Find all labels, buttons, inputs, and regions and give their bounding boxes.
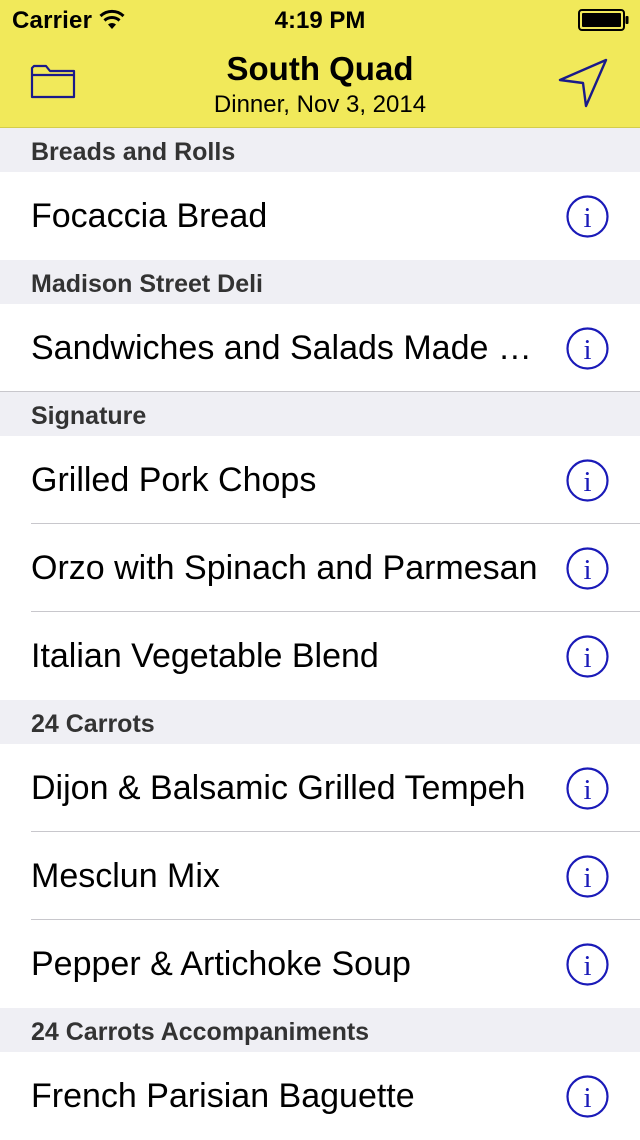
menu-item-label: French Parisian Baguette	[31, 1077, 415, 1115]
info-icon[interactable]: i	[566, 943, 609, 986]
menu-list: Breads and Rolls Focaccia Bread i Madiso…	[0, 128, 640, 1140]
menu-item-row[interactable]: Sandwiches and Salads Made to Order i	[0, 304, 640, 392]
section-header: Breads and Rolls	[0, 128, 640, 172]
section-header: Signature	[0, 392, 640, 436]
svg-text:i: i	[583, 774, 591, 806]
page-title: South Quad	[226, 50, 414, 87]
menu-item-label: Mesclun Mix	[31, 857, 220, 895]
menu-item-label: Italian Vegetable Blend	[31, 637, 379, 675]
menu-item-row[interactable]: Pepper & Artichoke Soup i	[0, 920, 640, 1008]
page-subtitle: Dinner, Nov 3, 2014	[213, 91, 427, 118]
info-icon[interactable]: i	[566, 1075, 609, 1118]
menu-item-label: Grilled Pork Chops	[31, 461, 317, 499]
section-header: 24 Carrots	[0, 700, 640, 744]
svg-text:i: i	[583, 1082, 591, 1114]
info-icon[interactable]: i	[566, 767, 609, 810]
section-header: 24 Carrots Accompaniments	[0, 1008, 640, 1052]
svg-text:i: i	[583, 466, 591, 498]
info-icon[interactable]: i	[566, 547, 609, 590]
info-icon[interactable]: i	[566, 459, 609, 502]
battery-icon	[578, 9, 629, 31]
menu-item-row[interactable]: Dijon & Balsamic Grilled Tempeh i	[0, 744, 640, 832]
svg-text:i: i	[583, 950, 591, 982]
status-bar: Carrier 4:19 PM	[0, 0, 640, 40]
menu-item-label: Sandwiches and Salads Made to Order	[31, 329, 541, 367]
svg-text:i: i	[583, 642, 591, 674]
menu-item-label: Dijon & Balsamic Grilled Tempeh	[31, 769, 526, 807]
info-icon[interactable]: i	[566, 635, 609, 678]
row-divider	[0, 391, 640, 392]
info-icon[interactable]: i	[566, 855, 609, 898]
section-header: Madison Street Deli	[0, 260, 640, 304]
svg-text:i: i	[583, 862, 591, 894]
svg-text:i: i	[583, 202, 591, 234]
menu-item-row[interactable]: Grilled Pork Chops i	[0, 436, 640, 524]
clock: 4:19 PM	[274, 7, 366, 34]
info-icon[interactable]: i	[566, 327, 609, 370]
menu-item-label: Pepper & Artichoke Soup	[31, 945, 411, 983]
menu-item-row[interactable]: Italian Vegetable Blend i	[0, 612, 640, 700]
svg-text:i: i	[583, 554, 591, 586]
menu-item-row[interactable]: French Parisian Baguette i	[0, 1052, 640, 1140]
menu-item-row[interactable]: Orzo with Spinach and Parmesan i	[0, 524, 640, 612]
menu-item-label: Focaccia Bread	[31, 197, 268, 235]
svg-text:i: i	[583, 334, 591, 366]
location-arrow-icon[interactable]	[556, 56, 610, 110]
menu-item-row[interactable]: Mesclun Mix i	[0, 832, 640, 920]
info-icon[interactable]: i	[566, 195, 609, 238]
menu-item-label: Orzo with Spinach and Parmesan	[31, 549, 538, 587]
navigation-header: Carrier 4:19 PM South Quad Dinner, Nov 3…	[0, 0, 640, 128]
menu-item-row[interactable]: Focaccia Bread i	[0, 172, 640, 260]
